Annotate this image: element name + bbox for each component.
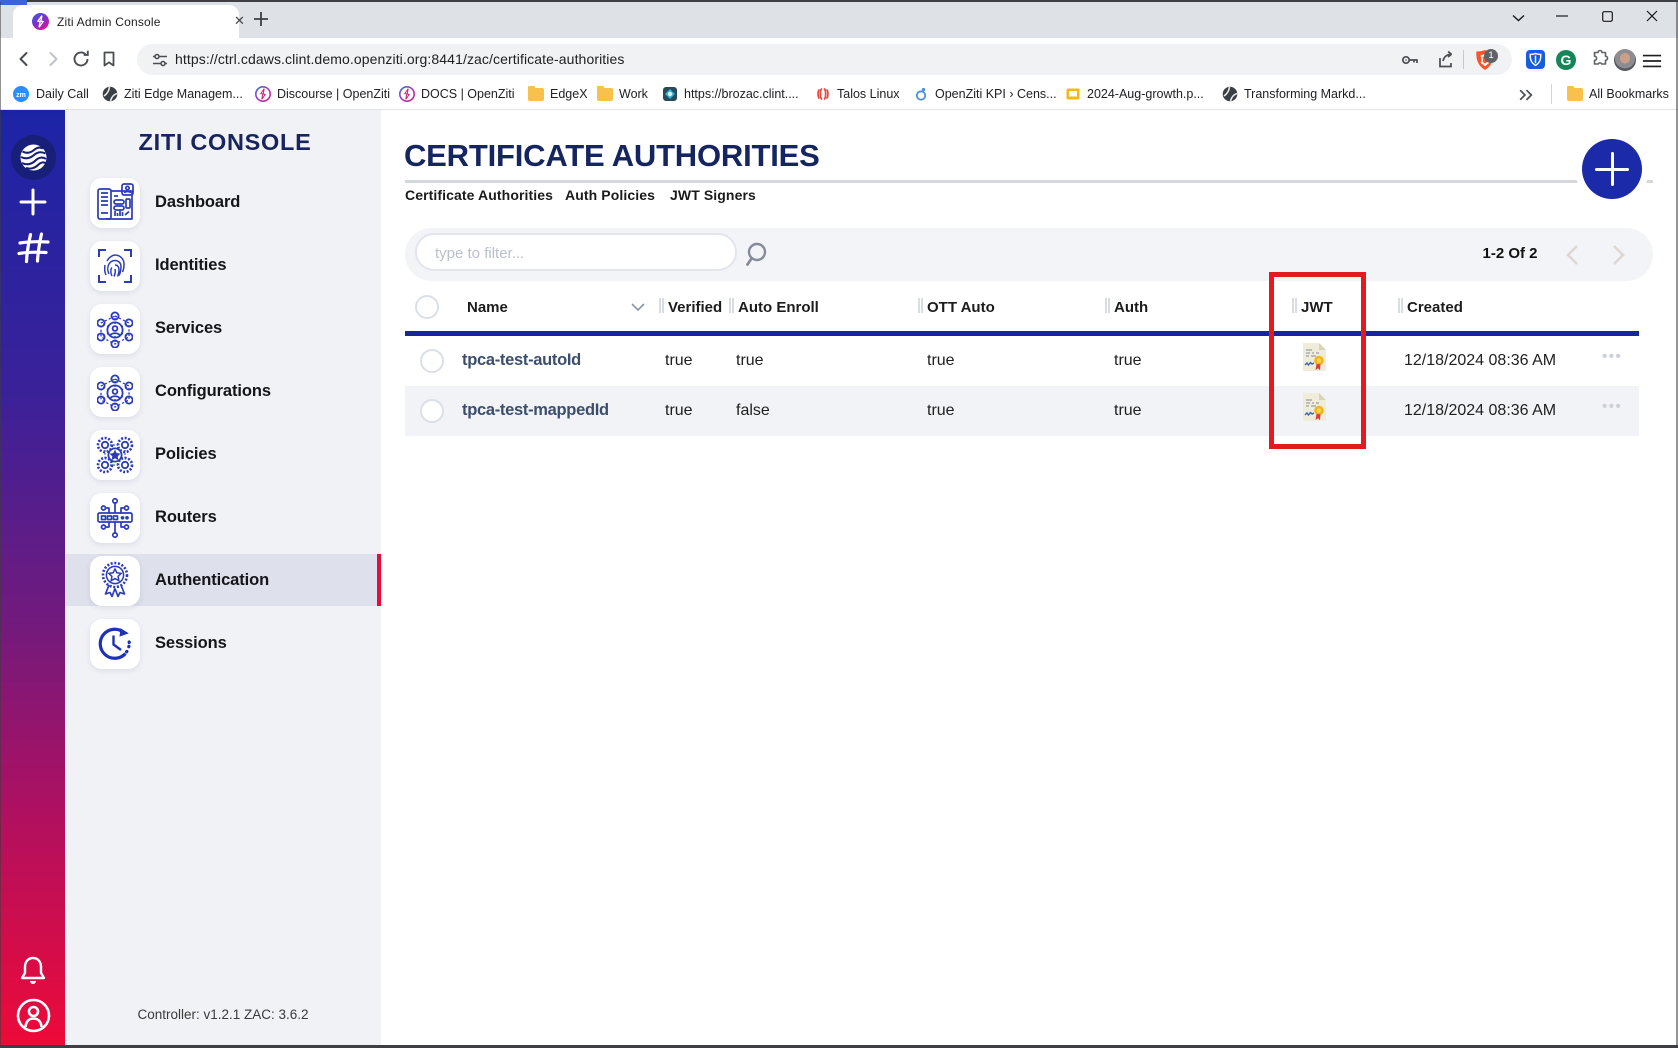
svg-text:zm: zm (16, 92, 26, 99)
